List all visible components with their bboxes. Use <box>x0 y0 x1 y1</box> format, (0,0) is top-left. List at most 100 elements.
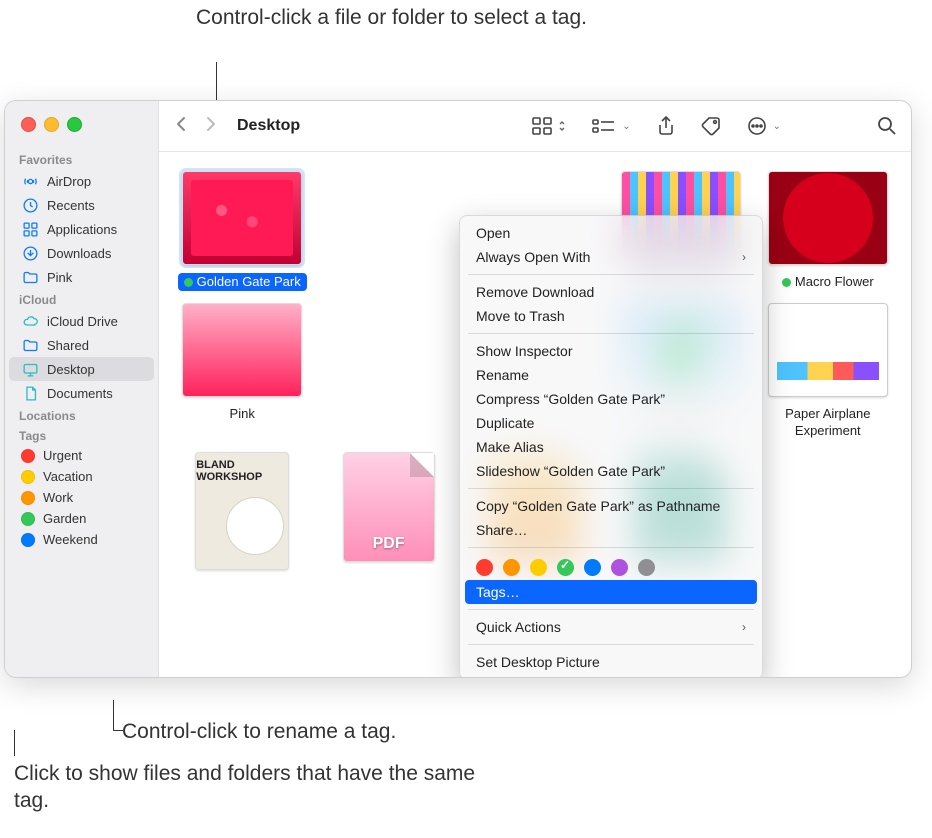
sidebar-item-shared[interactable]: Shared <box>9 333 154 357</box>
file-item[interactable]: Macro Flower <box>759 171 897 291</box>
sidebar-item-applications[interactable]: Applications <box>9 217 154 241</box>
sidebar-header: Locations <box>5 405 158 425</box>
desktop-icon <box>21 360 39 378</box>
tag-color-swatch[interactable] <box>638 559 655 576</box>
file-item[interactable]: PDF <box>319 452 457 570</box>
tag-dot-icon <box>21 470 35 484</box>
sidebar-item-recents[interactable]: Recents <box>9 193 154 217</box>
sidebar-item-icloud-drive[interactable]: iCloud Drive <box>9 309 154 333</box>
tags-button[interactable] <box>701 116 721 136</box>
sidebar-item-documents[interactable]: Documents <box>9 381 154 405</box>
tag-color-swatch[interactable] <box>476 559 493 576</box>
sidebar-header: Tags <box>5 425 158 445</box>
fullscreen-button[interactable] <box>67 117 82 132</box>
tag-color-swatch[interactable] <box>503 559 520 576</box>
content-area: Golden Gate ParkLight Display 03Macro Fl… <box>159 151 911 677</box>
view-mode-button[interactable] <box>532 117 566 135</box>
sidebar-item-pink[interactable]: Pink <box>9 265 154 289</box>
context-menu-item[interactable]: Slideshow “Golden Gate Park” <box>460 459 762 483</box>
chevron-right-icon: › <box>742 620 746 634</box>
callout-mid: Control-click to rename a tag. <box>122 718 522 745</box>
sidebar-item-label: Documents <box>47 386 113 401</box>
sidebar-item-label: Garden <box>43 511 86 526</box>
recents-icon <box>21 196 39 214</box>
file-item[interactable]: BLAND WORKSHOP <box>173 452 311 570</box>
sidebar-item-label: Desktop <box>47 362 95 377</box>
file-item[interactable]: Pink <box>173 303 311 440</box>
sidebar-item-airdrop[interactable]: AirDrop <box>9 169 154 193</box>
docs-icon <box>21 384 39 402</box>
sidebar-item-downloads[interactable]: Downloads <box>9 241 154 265</box>
sidebar-item-label: Urgent <box>43 448 82 463</box>
group-button[interactable]: ⌄ <box>592 117 630 135</box>
context-menu-item[interactable]: Share… <box>460 518 762 542</box>
chevron-right-icon: › <box>742 250 746 264</box>
file-thumbnail: BLAND WORKSHOP <box>195 452 289 570</box>
sidebar: Favorites AirDrop Recents ApplicationsDownl… <box>5 101 159 677</box>
back-button[interactable] <box>175 116 187 137</box>
tag-dot-icon <box>184 278 193 287</box>
context-menu-item[interactable]: Rename <box>460 363 762 387</box>
file-thumbnail <box>768 171 888 265</box>
more-button[interactable]: ⌄ <box>747 116 781 136</box>
airdrop-icon <box>21 172 39 190</box>
sidebar-item-garden[interactable]: Garden <box>9 508 154 529</box>
tag-color-swatch[interactable] <box>530 559 547 576</box>
file-label: Macro Flower <box>776 273 880 291</box>
sidebar-item-label: AirDrop <box>47 174 91 189</box>
menu-separator <box>468 609 754 610</box>
sidebar-item-work[interactable]: Work <box>9 487 154 508</box>
sidebar-header: iCloud <box>5 289 158 309</box>
forward-button[interactable] <box>205 116 217 137</box>
sidebar-item-vacation[interactable]: Vacation <box>9 466 154 487</box>
file-thumbnail: PDF <box>343 452 435 562</box>
window-controls <box>21 117 82 132</box>
menu-separator <box>468 488 754 489</box>
sidebar-item-label: Shared <box>47 338 89 353</box>
minimize-button[interactable] <box>44 117 59 132</box>
context-menu-item[interactable]: Open <box>460 221 762 245</box>
sidebar-item-label: iCloud Drive <box>47 314 118 329</box>
sidebar-item-label: Recents <box>47 198 95 213</box>
context-menu-item[interactable]: Copy “Golden Gate Park” as Pathname <box>460 494 762 518</box>
sidebar-item-weekend[interactable]: Weekend <box>9 529 154 550</box>
context-menu-item[interactable]: Remove Download <box>460 280 762 304</box>
tag-color-swatch[interactable] <box>611 559 628 576</box>
downloads-icon <box>21 244 39 262</box>
sidebar-item-label: Vacation <box>43 469 93 484</box>
sidebar-item-urgent[interactable]: Urgent <box>9 445 154 466</box>
folder-icon <box>21 268 39 286</box>
sidebar-item-label: Work <box>43 490 73 505</box>
file-label: Paper Airplane Experiment <box>759 405 897 440</box>
file-item[interactable] <box>319 303 457 440</box>
tag-dot-icon <box>21 512 35 526</box>
file-thumbnail <box>182 303 302 397</box>
share-button[interactable] <box>657 116 675 136</box>
sidebar-header: Favorites <box>5 149 158 169</box>
context-menu-item-set-desktop[interactable]: Set Desktop Picture <box>460 650 762 674</box>
menu-separator <box>468 274 754 275</box>
context-menu-item[interactable]: Move to Trash <box>460 304 762 328</box>
tag-color-swatch[interactable] <box>557 559 574 576</box>
sidebar-item-desktop[interactable]: Desktop <box>9 357 154 381</box>
file-item[interactable] <box>319 171 457 291</box>
context-menu-item[interactable]: Duplicate <box>460 411 762 435</box>
context-menu-item[interactable]: Compress “Golden Gate Park” <box>460 387 762 411</box>
callout-top: Control-click a file or folder to select… <box>196 4 616 31</box>
file-thumbnail <box>182 171 302 265</box>
context-menu-item-quick-actions[interactable]: Quick Actions› <box>460 615 762 639</box>
file-item[interactable] <box>759 452 897 570</box>
tag-dot-icon <box>782 278 791 287</box>
search-button[interactable] <box>877 116 897 136</box>
finder-window: Favorites AirDrop Recents ApplicationsDownl… <box>4 100 912 678</box>
tag-dot-icon <box>21 533 35 547</box>
sidebar-item-label: Pink <box>47 270 72 285</box>
file-item[interactable]: Paper Airplane Experiment <box>759 303 897 440</box>
tag-color-swatch[interactable] <box>584 559 601 576</box>
context-menu-item[interactable]: Show Inspector <box>460 339 762 363</box>
context-menu-item-tags[interactable]: Tags… <box>465 580 757 604</box>
file-item[interactable]: Golden Gate Park <box>173 171 311 291</box>
context-menu-item[interactable]: Always Open With› <box>460 245 762 269</box>
context-menu-item[interactable]: Make Alias <box>460 435 762 459</box>
close-button[interactable] <box>21 117 36 132</box>
